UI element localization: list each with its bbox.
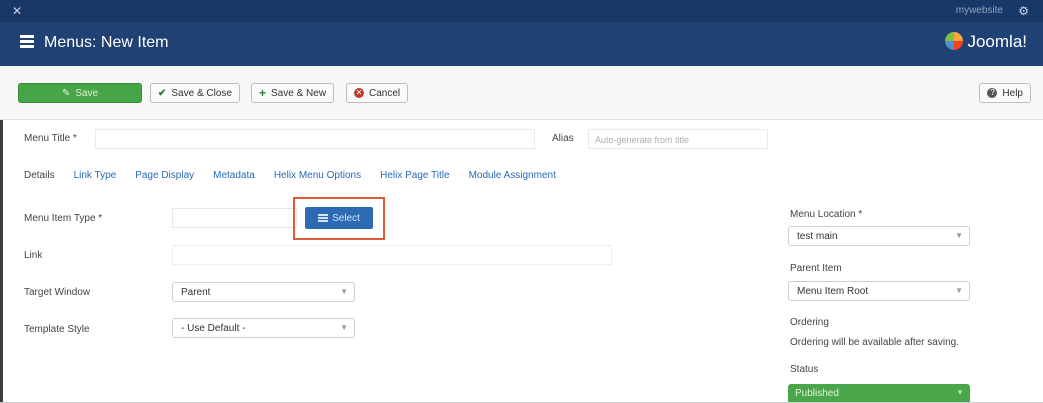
target-window-select[interactable]: Parent ▼: [172, 282, 355, 302]
left-edge: [0, 120, 3, 403]
save-close-button[interactable]: ✔ Save & Close: [150, 83, 240, 103]
tab-details[interactable]: Details: [24, 170, 55, 181]
edit-icon: ✎: [61, 87, 71, 99]
template-style-label: Template Style: [24, 324, 90, 335]
joomla-logo-icon[interactable]: ✕: [12, 4, 22, 18]
cancel-button[interactable]: ✕ Cancel: [346, 83, 409, 103]
tab-module-assignment[interactable]: Module Assignment: [469, 170, 556, 181]
status-label: Status: [790, 364, 819, 375]
brand-text: Joomla!: [967, 32, 1027, 51]
tab-bar: Details Link Type Page Display Metadata …: [24, 170, 575, 181]
link-label: Link: [24, 250, 43, 261]
tab-link-type[interactable]: Link Type: [74, 170, 117, 181]
help-button[interactable]: ? Help: [979, 83, 1031, 103]
target-window-value: Parent: [181, 287, 211, 298]
save-new-button[interactable]: + Save & New: [251, 83, 335, 103]
menu-title-input[interactable]: [95, 129, 535, 149]
tab-metadata[interactable]: Metadata: [213, 170, 255, 181]
page-title: Menus: New Item: [44, 34, 169, 51]
status-value: Published: [795, 388, 839, 399]
link-field: [172, 245, 612, 265]
save-new-label: Save & New: [271, 87, 327, 99]
help-label: Help: [1002, 87, 1023, 99]
menu-title-label: Menu Title *: [24, 133, 77, 144]
save-close-label: Save & Close: [171, 87, 232, 99]
ordering-label: Ordering: [790, 317, 829, 328]
page-header: Menus: New Item Joomla!: [0, 22, 1043, 66]
menu-location-label: Menu Location *: [790, 209, 863, 220]
select-button-label: Select: [332, 212, 360, 224]
status-select[interactable]: Published ▼: [788, 384, 970, 403]
chevron-down-icon: ▼: [340, 287, 348, 296]
toolbar: ✎ Save ✔ Save & Close + Save & New ✕ Can…: [0, 66, 1043, 120]
chevron-down-icon: ▼: [956, 388, 964, 397]
alias-input[interactable]: Auto-generate from title: [588, 129, 768, 149]
tab-helix-page-title[interactable]: Helix Page Title: [380, 170, 449, 181]
menu-location-select[interactable]: test main ▼: [788, 226, 970, 246]
cancel-icon: ✕: [354, 88, 364, 98]
menu-item-type-label: Menu Item Type *: [24, 213, 103, 224]
tab-page-display[interactable]: Page Display: [135, 170, 194, 181]
plus-icon: +: [259, 86, 267, 100]
template-style-value: - Use Default -: [181, 323, 246, 334]
menu-list-icon: [20, 35, 34, 49]
save-button[interactable]: ✎ Save: [18, 83, 142, 103]
chevron-down-icon: ▼: [955, 286, 963, 295]
chevron-down-icon: ▼: [955, 231, 963, 240]
parent-item-select[interactable]: Menu Item Root ▼: [788, 281, 970, 301]
target-window-label: Target Window: [24, 287, 91, 298]
help-icon: ?: [987, 88, 998, 98]
template-style-select[interactable]: - Use Default - ▼: [172, 318, 355, 338]
cancel-label: Cancel: [369, 87, 401, 99]
gear-icon[interactable]: ⚙: [1018, 4, 1029, 18]
site-link[interactable]: mywebsite: [956, 5, 1003, 16]
chevron-down-icon: ▼: [340, 323, 348, 332]
menu-item-type-field: [172, 208, 297, 228]
parent-item-label: Parent Item: [790, 263, 842, 274]
select-button[interactable]: Select: [305, 207, 373, 229]
admin-topbar: ✕ mywebsite ⚙: [0, 0, 1043, 22]
tab-helix-menu-options[interactable]: Helix Menu Options: [274, 170, 361, 181]
title-row: Menu Title * Alias Auto-generate from ti…: [0, 120, 1043, 154]
save-button-label: Save: [75, 87, 99, 99]
joomla-brand-logo-icon: [945, 32, 964, 50]
menu-location-value: test main: [797, 231, 838, 242]
list-icon: [318, 213, 329, 223]
joomla-brand: Joomla!: [945, 32, 1027, 52]
parent-item-value: Menu Item Root: [797, 286, 869, 297]
check-icon: ✔: [158, 87, 167, 99]
ordering-note: Ordering will be available after saving.: [790, 337, 959, 348]
alias-label: Alias: [552, 133, 574, 144]
